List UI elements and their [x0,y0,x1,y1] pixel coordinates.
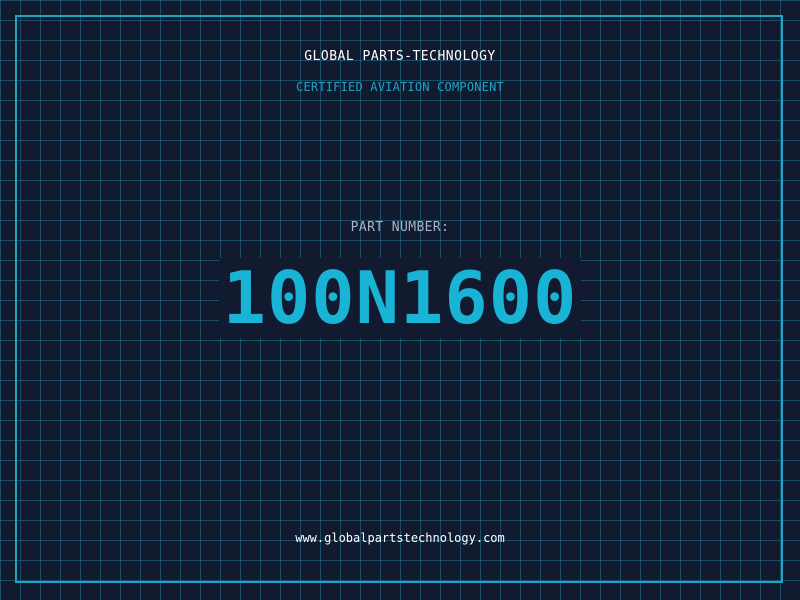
part-number-container: 100N1600 [0,258,800,338]
part-card: GLOBAL PARTS-TECHNOLOGY CERTIFIED AVIATI… [0,0,800,600]
certification-subtitle: CERTIFIED AVIATION COMPONENT [296,80,504,94]
part-number-value: 100N1600 [218,258,582,338]
part-number-label: PART NUMBER: [350,220,450,235]
company-name: GLOBAL PARTS-TECHNOLOGY [304,49,496,64]
website-url: www.globalpartstechnology.com [295,531,505,545]
